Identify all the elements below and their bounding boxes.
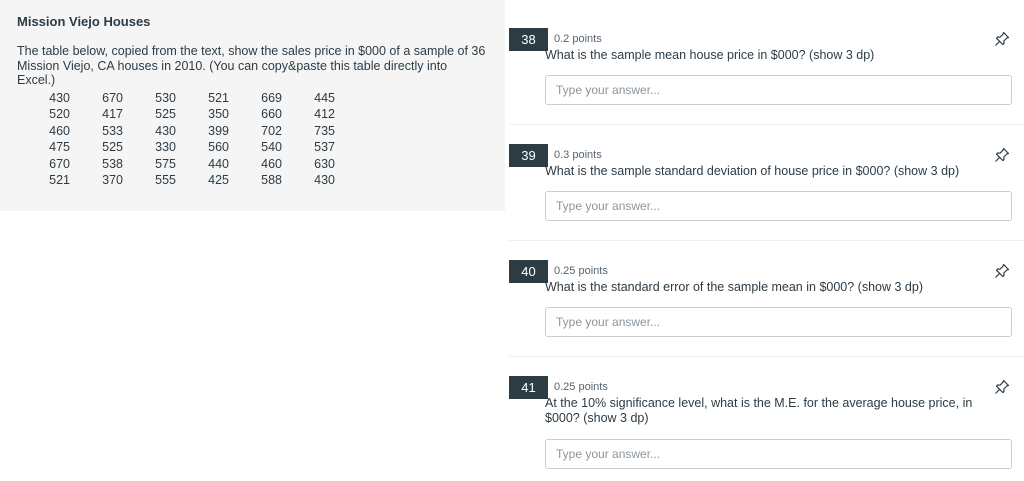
table-cell: 475 [49, 140, 70, 154]
context-title: Mission Viejo Houses [17, 14, 151, 29]
question-number-badge: 39 [509, 144, 548, 167]
pin-icon[interactable] [994, 31, 1010, 47]
house-price-table: 430 670 530 521 669 445 520 417 525 350 … [29, 90, 335, 189]
table-cell: 417 [102, 107, 123, 121]
table-cell: 670 [49, 156, 70, 171]
question-38: 38 0.2 points What is the sample mean ho… [509, 28, 1024, 108]
table-row: 475 525 330 560 540 537 [29, 139, 335, 156]
table-cell: 538 [102, 156, 123, 171]
table-cell: 735 [314, 123, 335, 138]
table-cell: 370 [102, 173, 123, 187]
table-cell: 630 [314, 156, 335, 171]
table-cell: 575 [155, 156, 176, 171]
table-cell: 537 [314, 140, 335, 154]
question-40: 40 0.25 points What is the standard erro… [509, 260, 1024, 340]
table-cell: 525 [155, 107, 176, 121]
table-cell: 430 [155, 123, 176, 138]
table-cell: 412 [314, 107, 335, 121]
table-row: 460 533 430 399 702 735 [29, 123, 335, 140]
question-number-badge: 40 [509, 260, 548, 283]
question-points: 0.3 points [554, 149, 602, 161]
pin-icon[interactable] [994, 263, 1010, 279]
table-row: 521 370 555 425 588 430 [29, 172, 335, 189]
question-text: At the 10% significance level, what is t… [545, 396, 973, 425]
question-divider [509, 124, 1024, 125]
question-39: 39 0.3 points What is the sample standar… [509, 144, 1024, 224]
answer-input[interactable] [545, 191, 1012, 221]
table-cell: 533 [102, 123, 123, 138]
question-number-badge: 38 [509, 28, 548, 51]
pin-icon[interactable] [994, 147, 1010, 163]
table-cell: 555 [155, 173, 176, 187]
pin-icon[interactable] [994, 379, 1010, 395]
table-cell: 521 [49, 173, 70, 187]
table-cell: 530 [155, 90, 176, 105]
question-points: 0.25 points [554, 265, 608, 277]
table-cell: 588 [261, 173, 282, 187]
answer-input[interactable] [545, 307, 1012, 337]
table-row: 430 670 530 521 669 445 [29, 90, 335, 107]
table-cell: 670 [102, 90, 123, 105]
table-row: 520 417 525 350 660 412 [29, 106, 335, 123]
question-number-badge: 41 [509, 376, 548, 399]
table-cell: 521 [208, 90, 229, 105]
table-cell: 399 [208, 123, 229, 138]
question-41: 41 0.25 points At the 10% significance l… [509, 376, 1024, 476]
answer-input[interactable] [545, 439, 1012, 469]
question-points: 0.2 points [554, 33, 602, 45]
table-cell: 702 [261, 123, 282, 138]
table-cell: 425 [208, 173, 229, 187]
answer-input[interactable] [545, 75, 1012, 105]
context-description: The table below, copied from the text, s… [17, 44, 486, 87]
table-cell: 430 [49, 90, 70, 105]
context-panel: Mission Viejo Houses The table below, co… [0, 0, 505, 211]
question-points: 0.25 points [554, 381, 608, 393]
table-cell: 460 [49, 123, 70, 138]
question-text: What is the sample standard deviation of… [545, 164, 960, 178]
table-row: 670 538 575 440 460 630 [29, 156, 335, 173]
table-cell: 440 [208, 156, 229, 171]
question-divider [509, 356, 1024, 357]
table-cell: 520 [49, 107, 70, 121]
table-cell: 560 [208, 140, 229, 154]
table-cell: 350 [208, 107, 229, 121]
table-cell: 669 [261, 90, 282, 105]
table-cell: 430 [314, 173, 335, 187]
table-cell: 460 [261, 156, 282, 171]
question-text: What is the sample mean house price in $… [545, 48, 875, 62]
table-cell: 660 [261, 107, 282, 121]
table-cell: 330 [155, 140, 176, 154]
table-cell: 540 [261, 140, 282, 154]
table-cell: 445 [314, 90, 335, 105]
question-text: What is the standard error of the sample… [545, 280, 923, 294]
question-divider [509, 240, 1024, 241]
table-cell: 525 [102, 140, 123, 154]
